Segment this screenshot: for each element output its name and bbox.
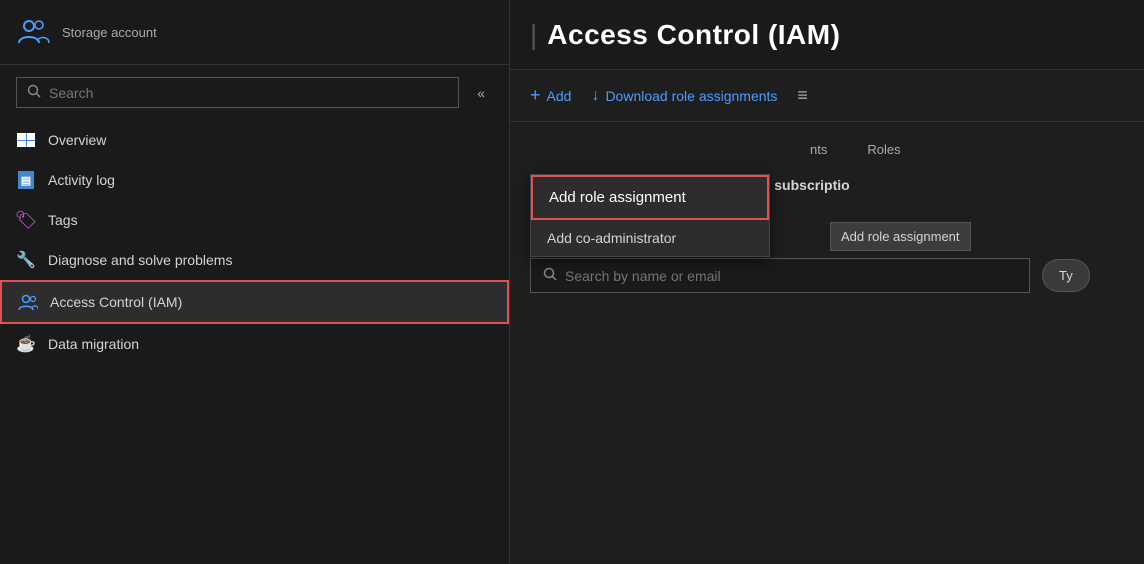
sidebar-item-label-overview: Overview: [48, 132, 106, 148]
search-email-row: Ty: [530, 258, 1124, 293]
overview-icon: [16, 130, 36, 150]
sidebar-item-data-migration[interactable]: ☕ Data migration: [0, 324, 509, 364]
data-migration-icon: ☕: [16, 334, 36, 354]
sidebar-search-box[interactable]: [16, 77, 459, 108]
sidebar: Storage account « Overview: [0, 0, 510, 564]
right-panel: | Access Control (IAM) + Add ↓ Download …: [510, 0, 1144, 564]
table-header-row: nts Roles: [810, 142, 1124, 157]
filter-icon[interactable]: ≡: [797, 85, 808, 106]
sidebar-item-label-access-control: Access Control (IAM): [50, 294, 182, 310]
dropdown-item-add-role-assignment[interactable]: Add role assignment: [531, 175, 769, 220]
tags-icon: 🏷: [16, 210, 36, 230]
header-divider: |: [530, 19, 537, 51]
sidebar-item-label-data-migration: Data migration: [48, 336, 139, 352]
toolbar: + Add ↓ Download role assignments ≡: [510, 70, 1144, 122]
access-control-icon: [18, 292, 38, 312]
tooltip-add-role-assignment: Add role assignment: [830, 222, 971, 251]
sidebar-item-label-activity-log: Activity log: [48, 172, 115, 188]
diagnose-icon: 🔧: [16, 250, 36, 270]
add-label: Add: [547, 88, 572, 104]
sidebar-item-tags[interactable]: 🏷 Tags: [0, 200, 509, 240]
search-email-icon: [543, 267, 557, 284]
download-icon: ↓: [591, 87, 599, 105]
download-label: Download role assignments: [605, 88, 777, 104]
sidebar-search-input[interactable]: [49, 85, 448, 101]
add-icon: +: [530, 85, 541, 106]
sidebar-item-access-control[interactable]: Access Control (IAM): [0, 280, 509, 324]
page-header: | Access Control (IAM): [510, 0, 1144, 70]
type-button[interactable]: Ty: [1042, 259, 1090, 292]
search-email-box[interactable]: [530, 258, 1030, 293]
sidebar-item-overview[interactable]: Overview: [0, 120, 509, 160]
sidebar-search-icon: [27, 84, 41, 101]
sidebar-item-label-diagnose: Diagnose and solve problems: [48, 252, 232, 268]
dropdown-menu: Add role assignment Add co-administrator: [530, 174, 770, 257]
download-button[interactable]: ↓ Download role assignments: [591, 87, 777, 105]
sidebar-item-label-tags: Tags: [48, 212, 78, 228]
sidebar-item-diagnose[interactable]: 🔧 Diagnose and solve problems: [0, 240, 509, 280]
sidebar-item-activity-log[interactable]: ▤ Activity log: [0, 160, 509, 200]
activity-log-icon: ▤: [16, 170, 36, 190]
table-col-header-nts: nts: [810, 142, 827, 157]
sidebar-search-container: «: [0, 65, 509, 120]
storage-account-header: Storage account: [0, 0, 509, 65]
storage-account-label: Storage account: [62, 25, 157, 40]
dropdown-item-add-co-admin[interactable]: Add co-administrator: [531, 220, 769, 256]
sidebar-collapse-button[interactable]: «: [469, 81, 493, 105]
table-col-header-roles: Roles: [867, 142, 900, 157]
add-button[interactable]: + Add: [530, 85, 571, 106]
search-email-input[interactable]: [565, 268, 1017, 284]
page-title: Access Control (IAM): [547, 19, 840, 51]
storage-account-icon: [16, 14, 52, 50]
